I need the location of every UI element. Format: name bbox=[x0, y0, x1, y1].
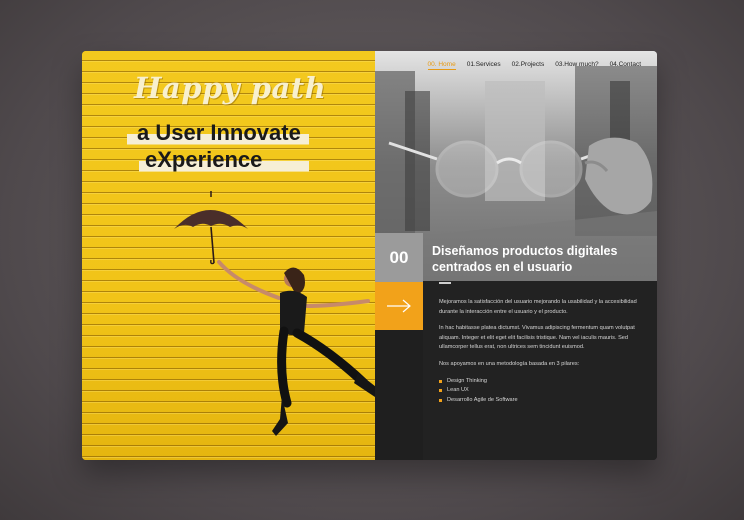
body-paragraph-1: Mejoramos la satisfacción del usuario me… bbox=[439, 299, 637, 315]
nav-item-how-much[interactable]: 03.How much? bbox=[555, 61, 598, 70]
pillars-list: Design Thinking Lean UX Desarrollo Agile… bbox=[439, 377, 644, 406]
section-number-badge: 00 bbox=[375, 233, 423, 282]
hero-tagline: Happy path bbox=[134, 71, 327, 105]
landing-page-card: Happy path a User Innovate eXperience 00… bbox=[82, 51, 657, 460]
pillar-item-design-thinking: Design Thinking bbox=[439, 377, 644, 387]
next-arrow-button[interactable] bbox=[375, 282, 423, 330]
woman-with-umbrella-illustration bbox=[174, 191, 375, 436]
hero-image: Happy path a User Innovate eXperience bbox=[82, 51, 375, 460]
headline-line-2: eXperience bbox=[139, 146, 309, 173]
top-navigation: 00. Home 01.Services 02.Projects 03.How … bbox=[427, 61, 641, 70]
title-divider bbox=[439, 282, 451, 284]
section-title: Diseñamos productos digitales centrados … bbox=[432, 244, 618, 274]
pillar-item-agile: Desarrollo Agile de Software bbox=[439, 396, 644, 406]
body-paragraph-3: Nos apoyamos en una metodología basada e… bbox=[439, 360, 580, 367]
hero-headline: a User Innovate eXperience bbox=[127, 119, 309, 173]
nav-item-home[interactable]: 00. Home bbox=[427, 61, 456, 70]
nav-item-services[interactable]: 01.Services bbox=[467, 61, 501, 70]
arrow-right-icon bbox=[387, 299, 411, 313]
nav-item-contact[interactable]: 04.Contact bbox=[610, 61, 641, 70]
headline-line-1: a User Innovate bbox=[127, 119, 309, 146]
pillar-item-lean-ux: Lean UX bbox=[439, 386, 644, 396]
body-paragraph-2: In hac habitasse platea dictumst. Vivamu… bbox=[439, 325, 635, 351]
section-body: Mejoramos la satisfacción del usuario me… bbox=[439, 298, 644, 405]
section-number: 00 bbox=[389, 247, 409, 267]
nav-item-projects[interactable]: 02.Projects bbox=[512, 61, 545, 70]
